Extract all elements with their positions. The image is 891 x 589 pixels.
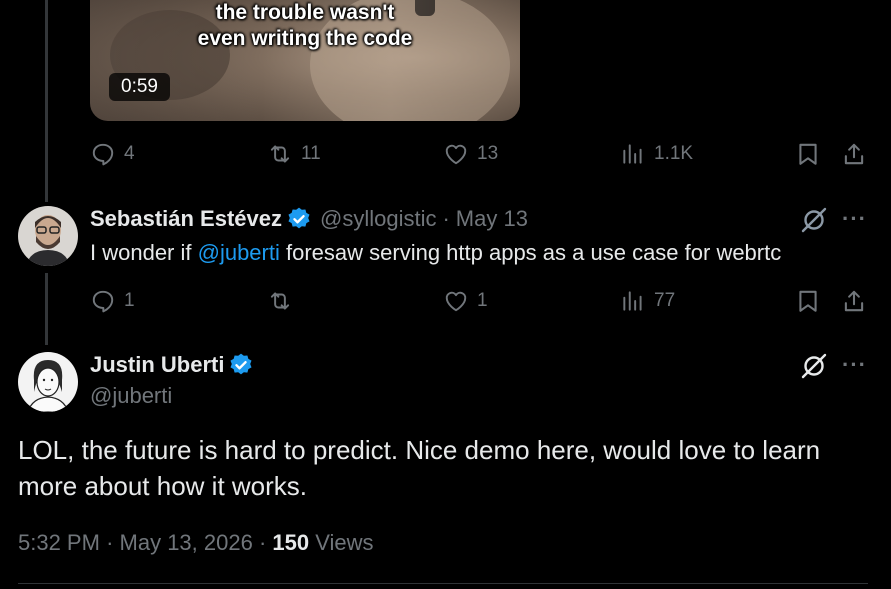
reply-icon	[92, 143, 114, 166]
mention-link[interactable]: @juberti	[198, 240, 280, 265]
grok-icon	[801, 353, 827, 379]
tweet2-text-before: I wonder if	[90, 240, 198, 265]
like-count: 13	[477, 143, 499, 164]
like-icon	[445, 291, 467, 312]
reply-count: 4	[124, 143, 135, 164]
more-button-main[interactable]: ···	[842, 352, 867, 378]
video-caption-line1: the trouble wasn't	[215, 1, 395, 24]
views-total: 150	[272, 530, 310, 555]
author-handle[interactable]: @syllogistic	[320, 206, 436, 232]
video-caption-line2: even writing the code	[197, 27, 413, 50]
repost-count: 11	[301, 143, 321, 164]
meta-separator: ·	[258, 530, 267, 555]
repost-icon	[270, 145, 290, 163]
bookmark-icon	[799, 290, 817, 312]
separator-dot: ·	[442, 206, 450, 231]
thread-line-top	[45, 0, 48, 202]
grok-button-main[interactable]	[799, 351, 829, 386]
reply-button[interactable]: 4	[90, 141, 135, 167]
tweet-time[interactable]: 5:32 PM	[18, 530, 100, 555]
views-icon	[623, 291, 642, 311]
thread-line-middle	[45, 273, 48, 345]
views-button-2[interactable]: 77	[620, 288, 675, 314]
avatar-justin[interactable]	[18, 352, 78, 412]
tweet2-text: I wonder if @juberti foresaw serving htt…	[90, 239, 781, 267]
tweet-full-date[interactable]: May 13, 2026	[120, 530, 253, 555]
repost-button[interactable]: 11	[267, 141, 321, 167]
reply-count-2: 1	[124, 290, 135, 311]
main-tweet-text: LOL, the future is hard to predict. Nice…	[18, 435, 821, 501]
views-label: Views	[315, 530, 374, 555]
author-handle-main[interactable]: @juberti	[90, 383, 172, 409]
verified-badge-icon	[288, 207, 310, 229]
avatar-sebastian[interactable]	[18, 206, 78, 266]
bookmark-icon	[799, 143, 817, 165]
share-icon	[844, 290, 864, 312]
like-button-2[interactable]: 1	[443, 288, 488, 314]
views-count: 1.1K	[654, 143, 694, 164]
video-duration: 0:59	[109, 73, 170, 101]
meta-separator: ·	[106, 530, 114, 555]
tweet2-text-after: foresaw serving http apps as a use case …	[279, 240, 782, 265]
like-count-2: 1	[477, 290, 488, 311]
share-button-2[interactable]	[841, 288, 867, 319]
share-icon	[844, 143, 864, 165]
views-button[interactable]: 1.1K	[620, 141, 693, 167]
share-button[interactable]	[841, 141, 867, 172]
verified-badge-icon	[230, 353, 252, 375]
repost-icon	[270, 292, 290, 310]
more-button[interactable]: ···	[842, 206, 867, 232]
repost-button-2[interactable]	[267, 288, 301, 314]
bookmark-button[interactable]	[795, 141, 821, 172]
more-icon: ···	[842, 206, 867, 231]
bookmark-button-2[interactable]	[795, 288, 821, 319]
reply-button-2[interactable]: 1	[90, 288, 135, 314]
tweet-meta: 5:32 PM · May 13, 2026 · 150 Views	[18, 530, 374, 556]
main-tweet-header: Justin Uberti	[90, 352, 254, 378]
like-icon	[445, 144, 467, 165]
views-icon	[623, 144, 642, 164]
grok-icon	[801, 207, 827, 233]
author-name-main[interactable]: Justin Uberti	[90, 352, 224, 378]
reply-icon	[92, 290, 114, 313]
video-player[interactable]: the trouble wasn't even writing the code…	[90, 0, 520, 121]
author-name[interactable]: Sebastián Estévez	[90, 206, 282, 232]
views-count-2: 77	[654, 290, 676, 311]
grok-button[interactable]	[799, 205, 829, 240]
more-icon: ···	[842, 352, 867, 377]
like-button[interactable]: 13	[443, 141, 498, 167]
tweet2-header: Sebastián Estévez @syllogistic · May 13	[90, 206, 528, 232]
divider	[18, 583, 868, 584]
tweet-date[interactable]: May 13	[456, 206, 528, 232]
